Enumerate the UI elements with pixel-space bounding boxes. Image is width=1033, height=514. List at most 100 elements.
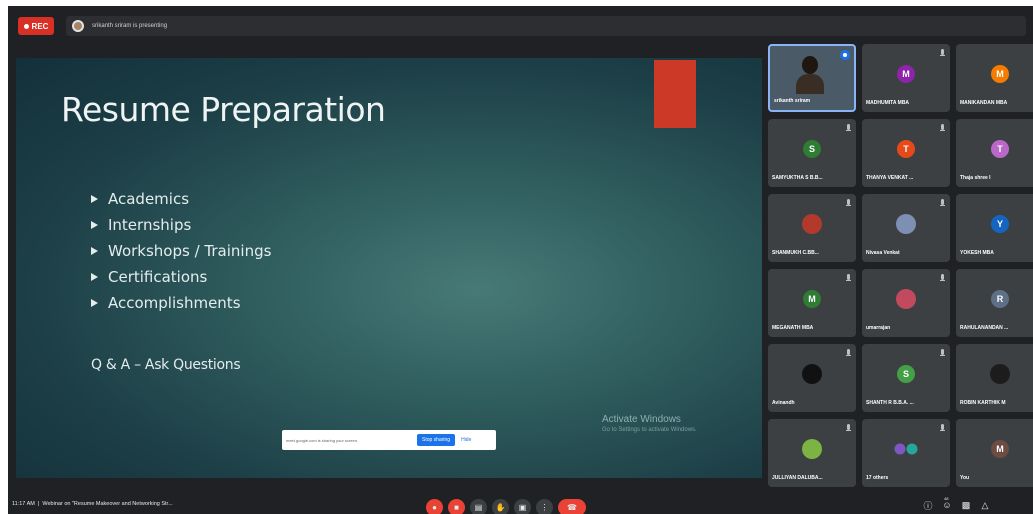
slide-bullet: Certifications: [91, 264, 271, 290]
captions-icon[interactable]: ▤: [470, 499, 487, 514]
bottom-bar: 11:17 AM | Webinar on "Resume Makeover a…: [8, 496, 1033, 514]
bullet-arrow-icon: [91, 273, 98, 281]
side-controls: ⓘ 48 ☺ ▩ △: [923, 496, 990, 511]
participant-initial: S: [803, 140, 821, 158]
participant-tile[interactable]: M MEGANATH MBA: [768, 269, 856, 337]
mic-muted-icon: [846, 199, 851, 206]
separator: |: [36, 501, 41, 507]
call-controls: ● ■ ▤ ✋ ▣ ⋮ ☎: [426, 499, 586, 514]
participant-tile[interactable]: JULLIYAN DALUBA...: [768, 419, 856, 487]
participant-tile[interactable]: T THANYA VENKAT ...: [862, 119, 950, 187]
others-avatar: [894, 443, 906, 455]
mic-muted-icon: [846, 349, 851, 356]
hide-button[interactable]: Hide: [461, 437, 471, 443]
participant-name: JULLIYAN DALUBA...: [772, 475, 823, 481]
participant-tile[interactable]: SHANMUKH C.BB...: [768, 194, 856, 262]
participant-grid: srikanth sriram M MADHUMITA MBA M MANIKANDAN…: [768, 44, 1033, 496]
slide-bullet: Workshops / Trainings: [91, 238, 271, 264]
participant-video: [796, 56, 824, 94]
participant-avatar: [896, 214, 916, 234]
participant-name: MANIKANDAN MBA: [960, 100, 1008, 106]
slide-bullet-list: Academics Internships Workshops / Traini…: [91, 186, 271, 316]
participant-tile[interactable]: Nivasa Venkat: [862, 194, 950, 262]
meeting-title[interactable]: Webinar on "Resume Makeover and Networki…: [42, 501, 172, 507]
recording-dot-icon: [23, 23, 29, 29]
info-icon[interactable]: ⓘ: [923, 500, 933, 511]
stop-sharing-button[interactable]: Stop sharing: [417, 434, 456, 446]
presenting-text: srikanth sriram is presenting: [92, 23, 168, 29]
camera-off-icon[interactable]: ■: [448, 499, 465, 514]
activate-subtitle: Go to Settings to activate Windows.: [602, 427, 697, 433]
end-call-icon[interactable]: ☎: [558, 499, 586, 514]
participant-name: SHANTH R B.B.A. ...: [866, 400, 914, 406]
participant-tile[interactable]: umarrajan: [862, 269, 950, 337]
participant-name: umarrajan: [866, 325, 891, 331]
bullet-text: Certifications: [108, 268, 208, 286]
participant-avatar: [990, 364, 1010, 384]
participant-name: MEGANATH MBA: [772, 325, 814, 331]
mic-muted-icon: [940, 424, 945, 431]
recording-indicator: REC: [18, 17, 54, 35]
bullet-arrow-icon: [91, 221, 98, 229]
participant-name: srikanth sriram: [774, 98, 811, 104]
participant-name: Nivasa Venkat: [866, 250, 900, 256]
participant-tile[interactable]: R RAHULANANDAN ...: [956, 269, 1033, 337]
participant-tile[interactable]: T Thaja shree I: [956, 119, 1033, 187]
participant-name: Avinandh: [772, 400, 795, 406]
participant-tile[interactable]: srikanth sriram: [768, 44, 856, 112]
mic-muted-icon: [846, 124, 851, 131]
mic-off-icon[interactable]: ●: [426, 499, 443, 514]
slide-title: Resume Preparation: [61, 90, 386, 129]
participant-name: MADHUMITA MBA: [866, 100, 910, 106]
bullet-text: Academics: [108, 190, 190, 208]
slide-qa-text: Q & A – Ask Questions: [91, 357, 241, 373]
participant-tile[interactable]: 17 others: [862, 419, 950, 487]
participant-name: SAMYUKTHA S B.B...: [772, 175, 823, 181]
others-avatars: [894, 443, 918, 455]
mic-muted-icon: [940, 349, 945, 356]
top-bar: REC srikanth sriram is presenting: [8, 6, 1033, 40]
participant-avatar: [802, 214, 822, 234]
participant-tile[interactable]: S SAMYUKTHA S B.B...: [768, 119, 856, 187]
participant-tile[interactable]: ROBIN KARTHIK M: [956, 344, 1033, 412]
raise-hand-icon[interactable]: ✋: [492, 499, 509, 514]
bullet-arrow-icon: [91, 195, 98, 203]
slide-bullet: Accomplishments: [91, 290, 271, 316]
more-icon[interactable]: ⋮: [536, 499, 553, 514]
participant-initial: R: [991, 290, 1009, 308]
slide-bullet: Internships: [91, 212, 271, 238]
bullet-text: Workshops / Trainings: [108, 242, 272, 260]
share-notice: meet.google.com is sharing your screen.: [286, 437, 359, 443]
participant-initial: M: [991, 440, 1009, 458]
participant-tile[interactable]: M MANIKANDAN MBA: [956, 44, 1033, 112]
mic-muted-icon: [940, 124, 945, 131]
present-icon[interactable]: ▣: [514, 499, 531, 514]
chat-icon[interactable]: ▩: [961, 500, 971, 510]
participant-tile[interactable]: M MADHUMITA MBA: [862, 44, 950, 112]
slide-bullet: Academics: [91, 186, 271, 212]
presenting-banner: srikanth sriram is presenting: [66, 16, 1026, 36]
people-count: 48: [944, 496, 949, 501]
participant-initial: T: [991, 140, 1009, 158]
participant-name: 17 others: [866, 475, 889, 481]
speaking-indicator-icon: [840, 50, 850, 60]
video-body: [796, 74, 824, 94]
bullet-arrow-icon: [91, 247, 98, 255]
participant-tile[interactable]: Avinandh: [768, 344, 856, 412]
activate-windows-watermark: Activate Windows Go to Settings to activ…: [602, 414, 697, 436]
participant-tile[interactable]: M You: [956, 419, 1033, 487]
participant-tile[interactable]: S SHANTH R B.B.A. ...: [862, 344, 950, 412]
people-icon[interactable]: 48 ☺: [942, 496, 952, 510]
meeting-info: 11:17 AM | Webinar on "Resume Makeover a…: [12, 501, 173, 507]
activities-icon[interactable]: △: [980, 500, 990, 510]
video-head: [802, 56, 818, 74]
mic-muted-icon: [846, 274, 851, 281]
participant-tile[interactable]: Y YOKESH MBA: [956, 194, 1033, 262]
participant-avatar: [896, 289, 916, 309]
participant-name: Thaja shree I: [960, 175, 991, 181]
mic-muted-icon: [940, 199, 945, 206]
bullet-arrow-icon: [91, 299, 98, 307]
mic-muted-icon: [940, 274, 945, 281]
bullet-text: Accomplishments: [108, 294, 241, 312]
participant-name: RAHULANANDAN ...: [960, 325, 1009, 331]
